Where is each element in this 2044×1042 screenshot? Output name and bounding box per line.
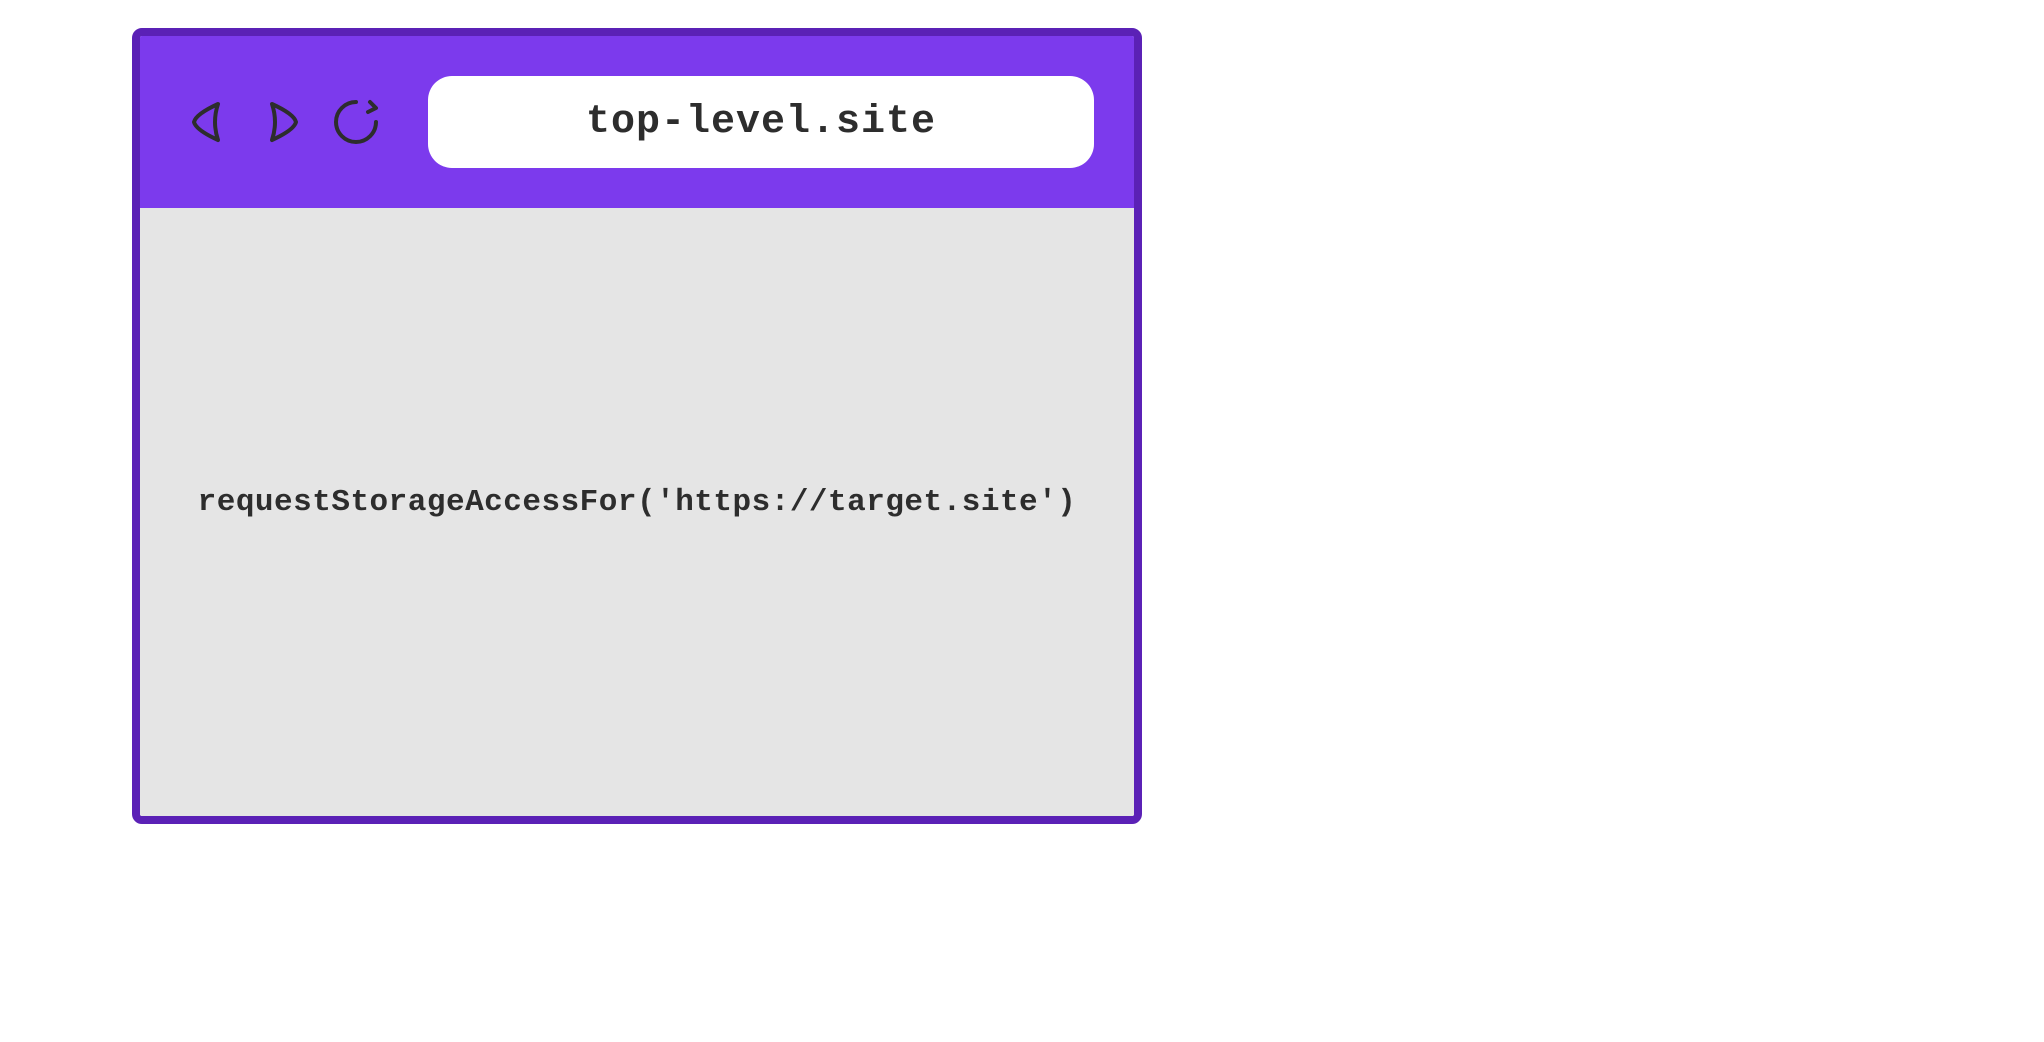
url-text: top-level.site	[586, 100, 936, 145]
reload-icon[interactable]	[328, 94, 384, 150]
forward-icon[interactable]	[254, 94, 310, 150]
browser-toolbar: top-level.site	[140, 36, 1134, 208]
back-icon[interactable]	[180, 94, 236, 150]
nav-icons-group	[180, 94, 384, 150]
browser-content: requestStorageAccessFor('https://target.…	[140, 208, 1134, 816]
browser-window: top-level.site requestStorageAccessFor('…	[132, 28, 1142, 824]
address-bar[interactable]: top-level.site	[428, 76, 1094, 168]
page-content-code: requestStorageAccessFor('https://target.…	[198, 485, 1077, 520]
